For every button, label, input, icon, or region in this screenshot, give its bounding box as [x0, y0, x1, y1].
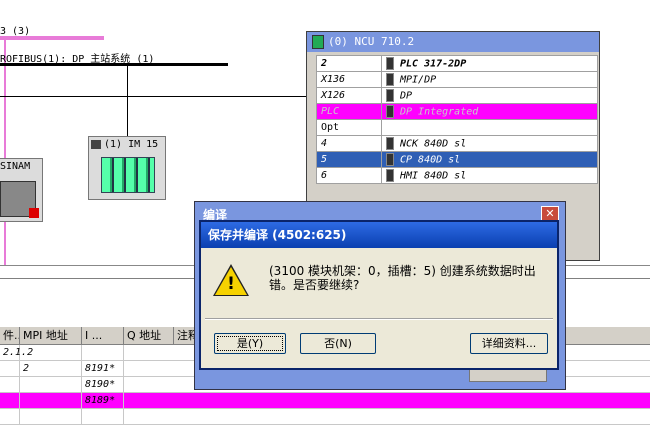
slot-module: HMI 840D sl — [381, 167, 598, 184]
im-drop-line — [127, 66, 128, 138]
module-icon — [386, 73, 394, 86]
exclamation-icon: ! — [227, 274, 235, 294]
slot-module-label: NCK 840D sl — [400, 138, 467, 150]
slot-module: PLC 317-2DP — [381, 55, 598, 72]
rack-icon — [312, 35, 324, 49]
table-cell — [82, 409, 124, 424]
table-cell — [20, 345, 82, 360]
slot-row[interactable]: 4 NCK 840D sl — [316, 135, 598, 152]
slot-row[interactable]: 6 HMI 840D sl — [316, 167, 598, 184]
slot-row[interactable]: PLC DP Integrated — [316, 103, 598, 120]
details-button[interactable]: 详细资料... — [470, 333, 548, 354]
slot-module-label: DP — [400, 90, 413, 102]
slot-number: X136 — [316, 71, 382, 88]
slot-number: 5 — [316, 151, 382, 168]
column-header-q-address[interactable]: Q 地址 — [124, 327, 174, 344]
module-icon — [386, 169, 394, 182]
table-row[interactable]: 8189* — [0, 393, 650, 409]
dialog-separator — [205, 318, 553, 320]
table-cell — [0, 393, 20, 408]
table-cell: 2.1.2 — [0, 345, 33, 360]
slot-module — [381, 119, 598, 136]
rack-icon — [101, 157, 155, 193]
no-button[interactable]: 否(N) — [300, 333, 376, 354]
module-icon — [386, 57, 394, 70]
pink-connection-line — [4, 40, 6, 265]
dialog-message: (3100 模块机架：0，插槽：5) 创建系统数据时出错。是否要继续? — [269, 264, 536, 292]
table-cell: 8190* — [82, 377, 124, 392]
slot-module-label: DP Integrated — [400, 106, 479, 118]
dialog-title: 保存并编译 (4502:625) — [201, 222, 557, 248]
table-cell — [0, 377, 20, 392]
slot-module: NCK 840D sl — [381, 135, 598, 152]
slot-module: DP Integrated — [381, 103, 598, 120]
table-cell — [20, 377, 82, 392]
table-cell — [20, 393, 82, 408]
module-icon — [386, 153, 394, 166]
im-station[interactable]: (1) IM 15 — [88, 136, 166, 200]
column-header-mpi-address[interactable]: MPI 地址 — [20, 327, 82, 344]
table-cell: 2 — [20, 361, 82, 376]
table-cell: 8191* — [82, 361, 124, 376]
slot-row[interactable]: Opt — [316, 119, 598, 136]
save-compile-dialog: 保存并编译 (4502:625) ! (3100 模块机架：0，插槽：5) 创建… — [199, 220, 559, 370]
slot-module-label: HMI 840D sl — [400, 170, 467, 182]
slot-number: 4 — [316, 135, 382, 152]
module-icon — [386, 105, 394, 118]
station-icon — [91, 139, 101, 149]
slot-number: Opt — [316, 119, 382, 136]
slot-number: 2 — [316, 55, 382, 72]
table-cell — [82, 345, 124, 360]
module-icon — [386, 137, 394, 150]
table-cell — [20, 409, 82, 424]
table-row[interactable] — [0, 409, 650, 425]
slot-number: PLC — [316, 103, 382, 120]
column-header-module[interactable]: 件... — [0, 327, 20, 344]
slot-table: 2 PLC 317-2DP X136 MPI/DP X126 DP PLC DP Integr… — [316, 55, 598, 184]
pink-bus-line — [0, 36, 104, 40]
sinamics-label: SINAM — [0, 161, 31, 172]
rack-connection-line — [0, 96, 306, 97]
yes-button[interactable]: 是(Y) — [214, 333, 286, 354]
sinamics-station[interactable]: SINAM — [0, 158, 43, 222]
slot-module: CP 840D sl — [381, 151, 598, 168]
slot-number: 6 — [316, 167, 382, 184]
slot-module: MPI/DP — [381, 71, 598, 88]
table-cell: 8189* — [82, 393, 124, 408]
column-header-i-address[interactable]: I ... — [82, 327, 124, 344]
slot-row[interactable]: X126 DP — [316, 87, 598, 104]
slot-module-label: PLC 317-2DP — [400, 58, 467, 70]
drive-icon — [0, 181, 39, 218]
slot-row[interactable]: 2 PLC 317-2DP — [316, 55, 598, 72]
table-cell — [0, 361, 20, 376]
slot-module: DP — [381, 87, 598, 104]
slot-row[interactable]: X136 MPI/DP — [316, 71, 598, 88]
table-cell — [0, 409, 20, 424]
slot-module-label: MPI/DP — [400, 74, 437, 86]
slot-number: X126 — [316, 87, 382, 104]
dp-master-line — [0, 63, 228, 66]
station-rack-title: (0) NCU 710.2 — [307, 32, 599, 52]
slot-module-label: CP 840D sl — [400, 154, 461, 166]
im-station-label: (1) IM 15 — [91, 139, 158, 150]
module-icon — [386, 89, 394, 102]
slot-row[interactable]: 5 CP 840D sl — [316, 151, 598, 168]
